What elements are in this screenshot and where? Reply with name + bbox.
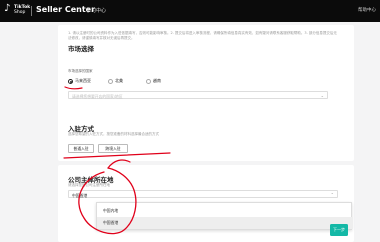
help-center-link[interactable]: 帮助中心	[358, 7, 376, 13]
dropdown-option-hongkong[interactable]: 中国香港	[97, 217, 353, 229]
radio-malaysia[interactable]: 马来西亚	[68, 78, 91, 84]
radio-checked-icon	[68, 78, 73, 84]
notice-text: 1. 请以注册时的公司资料作为入驻依据填写，否则可能影响审核。2. 提交后将进入…	[68, 31, 337, 40]
radio-vietnam[interactable]: 越南	[146, 78, 161, 84]
market-field-label: 市场选择的国家	[68, 69, 93, 73]
dropdown-option-mainland[interactable]: 中国内地	[97, 205, 353, 217]
tiktok-shop-logo[interactable]: ♪ TikTok Shop	[4, 2, 34, 20]
entry-crossborder-button[interactable]: 跨境入驻	[98, 144, 128, 153]
company-location-dropdown: 中国内地 中国香港	[96, 202, 353, 230]
entry-standard-button[interactable]: 普通入驻	[68, 144, 94, 153]
company-location-select[interactable]: 中国香港 ⌃	[68, 190, 338, 198]
top-navigation-bar: ♪ TikTok Shop Seller Center 学习中心 帮助中心	[0, 0, 380, 22]
radio-label: 马来西亚	[75, 78, 91, 83]
radio-unchecked-icon	[146, 78, 151, 84]
market-section-title: 市场选择	[68, 45, 94, 53]
next-button[interactable]: 下一步	[330, 224, 348, 236]
chevron-up-icon: ⌃	[330, 191, 334, 197]
radio-north-america[interactable]: 北美	[108, 78, 123, 84]
market-country-select[interactable]: 请选择您想要开店的国家/地区 ⌄	[68, 91, 328, 99]
entry-method-card: 入驻方式 选择您希望的入驻方式，按您准备的材料选择最合适的方式 普通入驻 跨境入…	[58, 115, 354, 161]
radio-label: 越南	[153, 78, 161, 83]
learning-center-link[interactable]: 学习中心	[86, 7, 106, 14]
radio-unchecked-icon	[108, 78, 113, 84]
logo-shop-text: Shop	[14, 10, 26, 15]
header-divider	[31, 6, 32, 16]
radio-label: 北美	[115, 78, 123, 83]
entry-section-desc: 选择您希望的入驻方式，按您准备的材料选择最合适的方式	[68, 132, 159, 136]
select-value: 中国香港	[72, 192, 88, 198]
company-section-desc: 请选择您的公司注册所在地	[68, 183, 110, 187]
tiktok-logo-icon: ♪	[4, 3, 11, 14]
select-placeholder: 请选择您想要开店的国家/地区	[72, 93, 123, 99]
chevron-down-icon: ⌄	[320, 92, 324, 98]
